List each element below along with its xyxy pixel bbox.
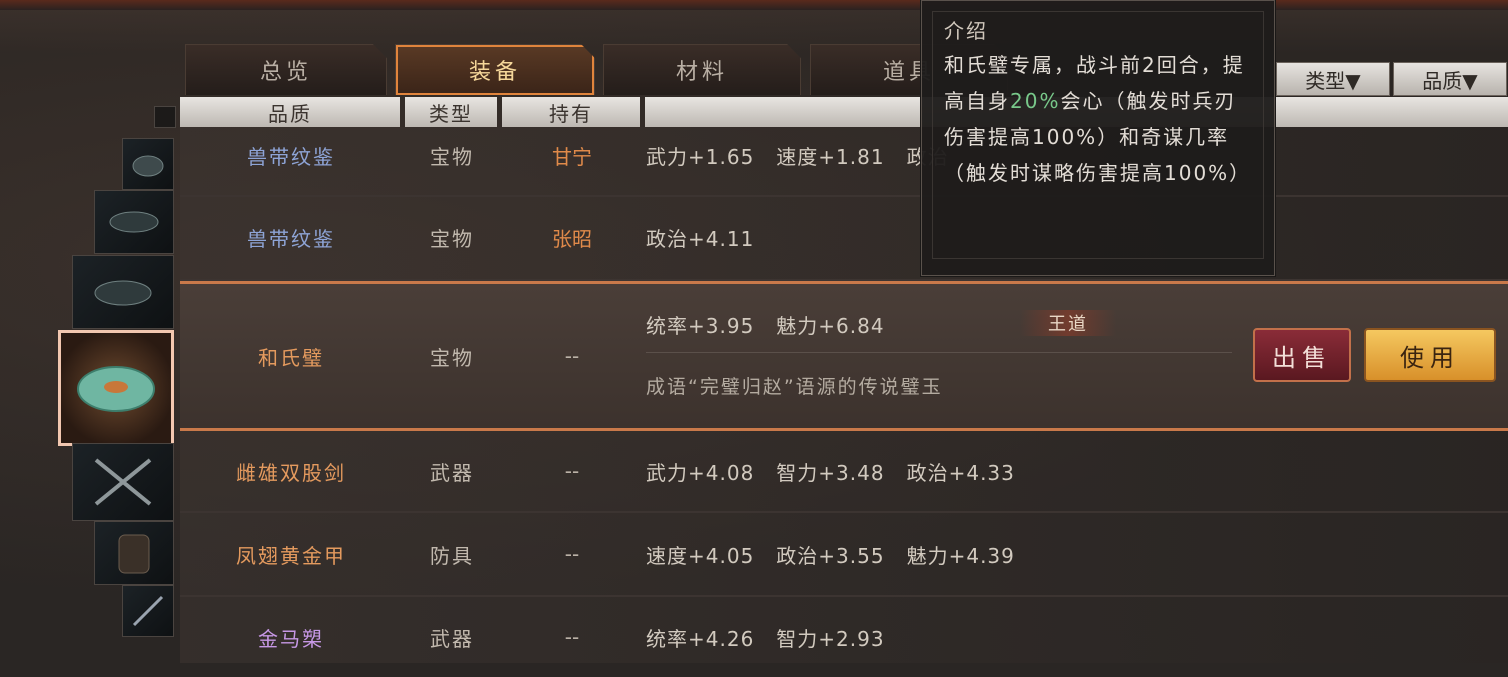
tooltip-title: 介绍 (944, 19, 988, 43)
stat: 智力+2.93 (776, 626, 885, 651)
item-description: 成语“完璧归赵”语源的传说璧玉 (646, 376, 943, 398)
item-type: 宝物 (430, 144, 474, 169)
column-label: 类型 (429, 101, 473, 126)
stat: 魅力+4.39 (906, 543, 1015, 568)
tooltip-text: 和氏璧专属，战斗前2回合，提高自身20%会心（触发时兵刃伤害提高100%）和奇谋… (944, 47, 1258, 191)
item-name: 兽带纹鉴 (247, 226, 335, 251)
divider (646, 352, 1232, 353)
select-all-checkbox[interactable] (154, 106, 176, 128)
item-stats: 武力+4.08 智力+3.48 政治+4.33 (646, 431, 1246, 511)
top-bar (0, 0, 1508, 10)
item-type: 宝物 (430, 226, 474, 251)
item-owner: 张昭 (552, 226, 592, 251)
item-row-selected[interactable]: 和氏璧 宝物 -- 统率+3.95 魅力+6.84 王道 成语“完璧归赵”语源的… (180, 281, 1508, 431)
item-name: 凤翅黄金甲 (236, 543, 346, 568)
mirror-icon (132, 155, 164, 177)
tooltip-highlight: 20% (1010, 89, 1061, 113)
item-icon-mirror[interactable] (72, 255, 174, 329)
item-icon-armor[interactable] (94, 521, 174, 585)
type-filter-dropdown[interactable]: 类型▼ (1276, 62, 1390, 96)
stat: 武力+1.65 (646, 144, 755, 169)
item-row[interactable]: 兽带纹鉴 宝物 张昭 政治+4.11 (180, 197, 1508, 281)
tab-overview[interactable]: 总览 (185, 44, 387, 95)
item-owner: -- (564, 542, 580, 566)
item-icon-spear[interactable] (122, 585, 174, 637)
column-header-owner[interactable]: 持有 (502, 97, 640, 127)
spear-icon (132, 595, 164, 627)
stat: 武力+4.08 (646, 460, 755, 485)
item-type: 防具 (430, 543, 474, 568)
bowl-icon (109, 211, 159, 233)
item-type: 武器 (430, 626, 474, 651)
type-filter-label: 类型▼ (1305, 68, 1361, 93)
item-name: 兽带纹鉴 (247, 144, 335, 169)
tab-equipment[interactable]: 装备 (395, 44, 595, 95)
crossed-swords-icon (94, 458, 152, 506)
armor-icon (118, 534, 150, 574)
use-button[interactable]: 使用 (1364, 328, 1496, 382)
item-type: 武器 (430, 460, 474, 485)
item-icon-mirror[interactable] (94, 190, 174, 254)
item-row[interactable]: 凤翅黄金甲 防具 -- 速度+4.05 政治+3.55 魅力+4.39 (180, 513, 1508, 597)
item-owner: -- (564, 625, 580, 649)
tab-label: 材料 (675, 60, 728, 85)
stat: 政治+4.11 (646, 226, 755, 251)
item-owner: 甘宁 (552, 144, 592, 169)
item-stats: 统率+4.26 智力+2.93 (646, 597, 1246, 677)
tab-label: 装备 (468, 60, 521, 85)
stat: 速度+4.05 (646, 543, 755, 568)
stat: 政治+4.33 (906, 460, 1015, 485)
item-stats: 统率+3.95 魅力+6.84 (646, 306, 1246, 342)
item-stats: 速度+4.05 政治+3.55 魅力+4.39 (646, 513, 1246, 595)
stat: 智力+3.48 (776, 460, 885, 485)
column-header-quality[interactable]: 品质 (180, 97, 400, 127)
quality-filter-dropdown[interactable]: 品质▼ (1393, 62, 1507, 96)
item-row[interactable]: 金马槊 武器 -- 统率+4.26 智力+2.93 (180, 597, 1508, 663)
tab-materials[interactable]: 材料 (603, 44, 801, 95)
stat: 统率+4.26 (646, 626, 755, 651)
stat: 魅力+6.84 (776, 313, 885, 338)
tab-label: 总览 (259, 60, 312, 85)
column-label: 品质 (268, 101, 312, 126)
trait-tag: 王道 (1020, 310, 1116, 336)
item-owner: -- (564, 344, 580, 368)
jade-disc-icon (77, 366, 155, 412)
column-label: 持有 (549, 101, 593, 126)
item-list: 兽带纹鉴 宝物 甘宁 武力+1.65 速度+1.81 政治 兽带纹鉴 宝物 张昭… (180, 127, 1508, 663)
stat: 政治+3.55 (776, 543, 885, 568)
item-name: 雌雄双股剑 (236, 460, 346, 485)
item-name: 和氏璧 (258, 345, 324, 370)
sell-button[interactable]: 出售 (1253, 328, 1351, 382)
item-icon-jade-disc[interactable] (58, 330, 174, 446)
stat: 速度+1.81 (776, 144, 885, 169)
item-owner: -- (564, 459, 580, 483)
column-header-type[interactable]: 类型 (405, 97, 497, 127)
item-type: 宝物 (430, 345, 474, 370)
item-name: 金马槊 (258, 626, 324, 651)
item-icon-twin-swords[interactable] (72, 443, 174, 521)
item-icon-mirror[interactable] (122, 138, 174, 190)
item-tooltip: 介绍 和氏璧专属，战斗前2回合，提高自身20%会心（触发时兵刃伤害提高100%）… (921, 0, 1275, 276)
stat: 统率+3.95 (646, 313, 755, 338)
quality-filter-label: 品质▼ (1422, 68, 1478, 93)
item-row[interactable]: 兽带纹鉴 宝物 甘宁 武力+1.65 速度+1.81 政治 (180, 127, 1508, 197)
bowl-icon (94, 280, 152, 306)
item-row[interactable]: 雌雄双股剑 武器 -- 武力+4.08 智力+3.48 政治+4.33 (180, 431, 1508, 513)
